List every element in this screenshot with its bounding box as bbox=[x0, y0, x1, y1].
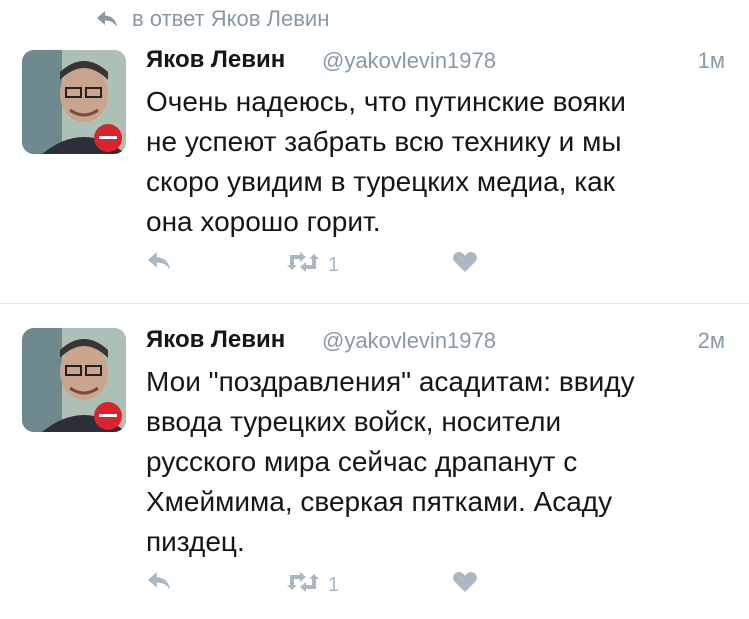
tweet[interactable]: Яков Левин @yakovlevin1978 1м Очень наде… bbox=[0, 38, 749, 304]
tweet-header: Яков Левин @yakovlevin1978 1м bbox=[146, 42, 725, 78]
tweet[interactable]: Яков Левин @yakovlevin1978 2м Мои "поздр… bbox=[0, 304, 749, 619]
tweet-actions: 1 bbox=[146, 571, 506, 601]
retweet-icon bbox=[286, 571, 320, 599]
avatar[interactable] bbox=[22, 50, 126, 154]
username[interactable]: @yakovlevin1978 bbox=[322, 328, 496, 354]
username[interactable]: @yakovlevin1978 bbox=[322, 48, 496, 74]
reply-arrow-icon bbox=[96, 10, 118, 28]
heart-icon bbox=[452, 571, 478, 599]
retweet-button[interactable]: 1 bbox=[286, 571, 339, 599]
reply-icon bbox=[146, 571, 172, 597]
retweet-button[interactable]: 1 bbox=[286, 251, 339, 279]
tweet-text: Очень надеюсь, что путинские вояки не ус… bbox=[146, 86, 626, 237]
retweet-count: 1 bbox=[328, 573, 340, 596]
timestamp[interactable]: 1м bbox=[698, 48, 725, 74]
tweet-text: Мои "поздравления" асадитам: ввиду ввода… bbox=[146, 366, 635, 557]
avatar[interactable] bbox=[22, 328, 126, 432]
reply-button[interactable] bbox=[146, 251, 172, 277]
tweet-header: Яков Левин @yakovlevin1978 2м bbox=[146, 322, 725, 358]
reply-button[interactable] bbox=[146, 571, 172, 597]
retweet-count: 1 bbox=[328, 253, 340, 276]
heart-icon bbox=[452, 251, 478, 279]
timestamp[interactable]: 2м bbox=[698, 328, 725, 354]
reply-context[interactable]: в ответ Яков Левин bbox=[96, 6, 329, 32]
tweet-actions: 1 bbox=[146, 251, 506, 281]
reply-icon bbox=[146, 251, 172, 277]
like-button[interactable] bbox=[452, 571, 478, 599]
display-name[interactable]: Яков Левин bbox=[146, 46, 285, 74]
like-button[interactable] bbox=[452, 251, 478, 279]
display-name[interactable]: Яков Левин bbox=[146, 326, 285, 354]
retweet-icon bbox=[286, 251, 320, 279]
reply-context-label: в ответ Яков Левин bbox=[132, 6, 330, 31]
